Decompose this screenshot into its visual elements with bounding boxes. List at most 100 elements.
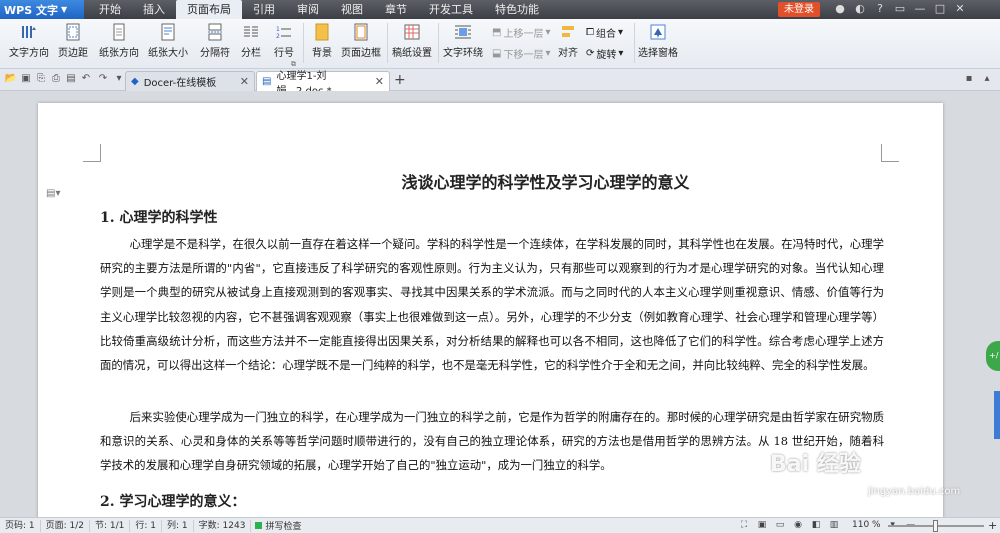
tab-chapter[interactable]: 章节: [374, 0, 418, 19]
login-button[interactable]: 未登录: [778, 2, 820, 17]
restore-icon[interactable]: ▭: [892, 1, 908, 17]
paper-size-button[interactable]: 纸张大小: [146, 23, 190, 59]
web-layout-icon[interactable]: ◉: [792, 519, 804, 531]
draft-settings-label: 稿纸设置: [392, 48, 432, 59]
separator-button[interactable]: 分隔符: [196, 23, 234, 59]
columns-icon: [244, 26, 258, 37]
align-label: 对齐: [558, 48, 578, 59]
new-tab-icon[interactable]: +: [394, 72, 406, 88]
tab-docer-templates[interactable]: ◆ Docer-在线模板 ✕: [125, 71, 255, 91]
separator-icon: [208, 23, 222, 41]
orientation-label: 纸张方向: [99, 48, 139, 59]
close-icon[interactable]: ✕: [952, 1, 968, 17]
ribbon-divider: [387, 23, 388, 63]
tab-current-document[interactable]: ▤ 心理学1-刘娟...2.doc * ✕: [256, 71, 390, 97]
section-heading: 1. 心理学的科学性: [100, 210, 218, 226]
chevron-down-icon: ▾: [545, 27, 551, 38]
outline-view-icon[interactable]: ◧: [810, 519, 822, 531]
zoom-in-icon[interactable]: +: [988, 519, 997, 532]
open-icon[interactable]: 📂: [4, 72, 18, 86]
send-backward-button[interactable]: ⬓ 下移一层 ▾: [492, 46, 550, 61]
align-button[interactable]: 对齐: [554, 23, 582, 59]
rotate-label: 旋转: [596, 50, 617, 61]
tab-view[interactable]: 视图: [330, 0, 374, 19]
paper-size-icon: [161, 23, 175, 41]
selection-pane-button[interactable]: 选择窗格: [638, 23, 678, 59]
full-screen-icon[interactable]: ▭: [774, 519, 786, 531]
columns-button[interactable]: 分栏: [236, 23, 266, 59]
paper-size-label: 纸张大小: [148, 48, 188, 59]
chevron-down-icon[interactable]: ▾: [112, 72, 126, 86]
close-tab-icon[interactable]: ✕: [240, 75, 249, 88]
send-backward-icon: ⬓: [492, 48, 502, 59]
close-tab-icon[interactable]: ✕: [375, 75, 384, 88]
help-icon[interactable]: ?: [872, 1, 888, 17]
bring-forward-label: 上移一层: [503, 29, 544, 40]
draft-settings-button[interactable]: 稿纸设置: [391, 23, 433, 59]
minimize-icon[interactable]: —: [912, 1, 928, 17]
columns-label: 分栏: [241, 48, 261, 59]
background-label: 背景: [312, 48, 332, 59]
menu-tabs: 开始 插入 页面布局 引用 审阅 视图 章节 开发工具 特色功能: [88, 0, 550, 19]
tab-developer[interactable]: 开发工具: [418, 0, 484, 19]
fit-page-icon[interactable]: ⛶: [738, 519, 750, 531]
status-word-count[interactable]: 字数: 1243: [194, 519, 252, 532]
reading-view-icon[interactable]: ▥: [828, 519, 840, 531]
background-button[interactable]: 背景: [308, 23, 336, 59]
spell-check-label: 拼写检查: [265, 522, 302, 532]
text-wrap-button[interactable]: 文字环绕: [442, 23, 484, 59]
watermark-logo: Bai 经验: [770, 452, 861, 477]
wps-app-menu[interactable]: WPS 文字 ▼: [0, 0, 84, 19]
floating-assistant-button[interactable]: +/: [986, 341, 1000, 371]
separator-label: 分隔符: [200, 48, 230, 59]
status-pages: 页面: 1/2: [41, 519, 91, 532]
skin-icon[interactable]: ●: [832, 1, 848, 17]
orientation-button[interactable]: 纸张方向: [97, 23, 141, 59]
print-preview-icon[interactable]: ▤: [64, 72, 78, 86]
chevron-down-icon: ▾: [618, 27, 624, 38]
tab-references[interactable]: 引用: [242, 0, 286, 19]
page-border-button[interactable]: 页面边框: [340, 23, 382, 59]
chevron-down-icon: ▾: [545, 48, 551, 59]
selection-pane-icon: [650, 24, 666, 40]
tab-page-layout[interactable]: 页面布局: [176, 0, 242, 19]
app-name: WPS 文字: [4, 3, 58, 17]
ribbon-divider: [634, 23, 635, 63]
bring-forward-button[interactable]: ⬒ 上移一层 ▾: [492, 25, 550, 40]
draft-paper-icon: [404, 24, 420, 40]
maximize-icon[interactable]: □: [932, 1, 948, 17]
undo-icon[interactable]: ↶: [79, 72, 93, 86]
docer-icon: ◆: [131, 76, 139, 87]
zoom-slider-thumb[interactable]: [933, 520, 938, 532]
spell-check-toggle[interactable]: 拼写检查: [251, 519, 301, 532]
text-direction-label: 文字方向: [9, 48, 49, 59]
export-icon[interactable]: ⎘: [34, 72, 48, 86]
rotate-button[interactable]: ⟳ 旋转 ▾: [586, 46, 623, 61]
collapse-ribbon-icon[interactable]: ▴: [980, 72, 994, 86]
tab-start[interactable]: 开始: [88, 0, 132, 19]
title-menu-bar: WPS 文字 ▼ 开始 插入 页面布局 引用 审阅 视图 章节 开发工具 特色功…: [0, 0, 1000, 19]
save-icon[interactable]: ▣: [19, 72, 33, 86]
tab-review[interactable]: 审阅: [286, 0, 330, 19]
text-direction-button[interactable]: 文字方向: [6, 23, 52, 59]
group-button[interactable]: ⧠ 组合 ▾: [586, 25, 623, 40]
print-icon[interactable]: ⎙: [49, 72, 63, 86]
line-number-button[interactable]: 12 行号: [268, 23, 300, 59]
tab-list-icon[interactable]: ▪: [962, 72, 976, 86]
side-panel-handle[interactable]: [994, 391, 1000, 439]
tab-features[interactable]: 特色功能: [484, 0, 550, 19]
redo-icon[interactable]: ↷: [96, 72, 110, 86]
settings-icon[interactable]: ◐: [852, 1, 868, 17]
margin-corner-mark: [83, 144, 101, 162]
zoom-level[interactable]: 110 %: [852, 520, 881, 530]
tab-insert[interactable]: 插入: [132, 0, 176, 19]
page-view-icon[interactable]: ▣: [756, 519, 768, 531]
ribbon-page-layout: 文字方向 页边距 纸张方向 纸张大小 分隔符 分栏 12 行号 ⧉ 背景 页面边…: [0, 19, 1000, 69]
zoom-slider[interactable]: [888, 520, 984, 532]
status-section: 节: 1/1: [90, 519, 131, 532]
margins-button[interactable]: 页边距: [56, 23, 90, 59]
margin-corner-mark: [881, 144, 899, 162]
paragraph: 后来实验使心理学成为一门独立的科学，在心理学成为一门独立的科学之前，它是作为哲学…: [100, 410, 884, 473]
document-icon: ▤: [262, 76, 272, 87]
chevron-down-icon: ▾: [618, 48, 624, 59]
